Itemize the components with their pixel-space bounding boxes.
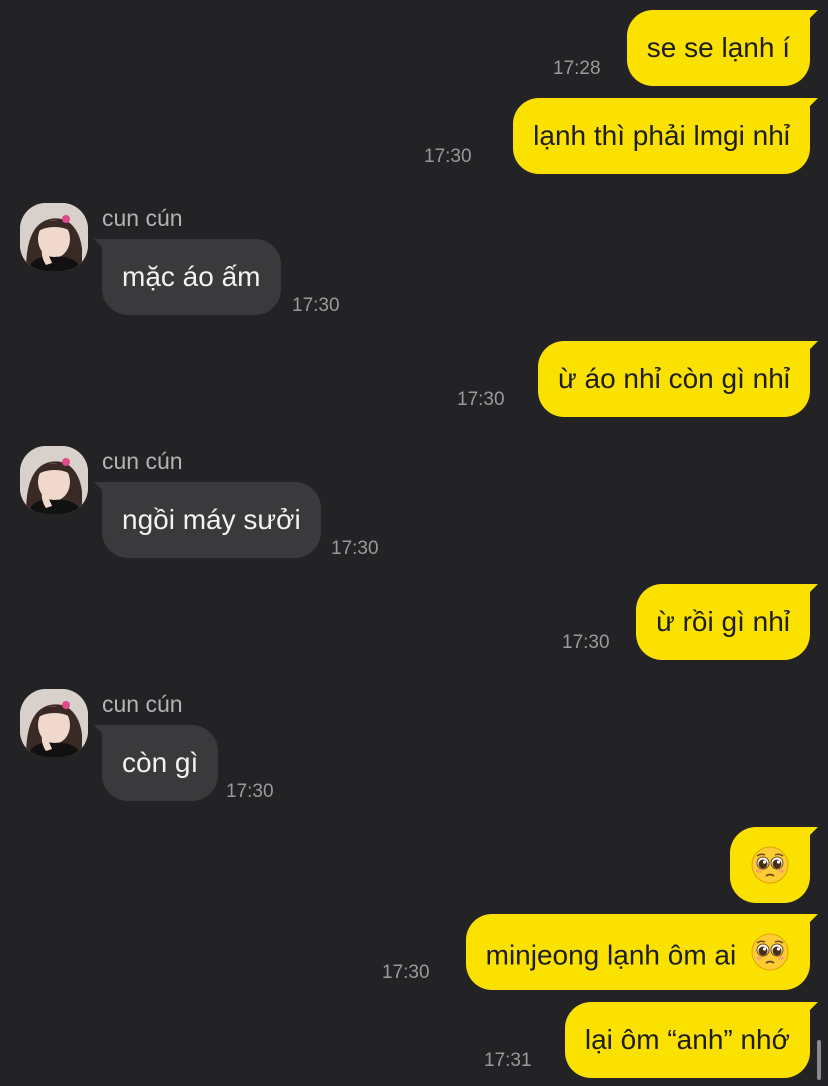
- incoming-message[interactable]: còn gì: [102, 725, 219, 801]
- message-text: còn gì: [122, 747, 199, 778]
- message-timestamp: 17:30: [424, 146, 472, 167]
- message-timestamp: 17:30: [382, 962, 430, 983]
- incoming-message[interactable]: mặc áo ấm: [102, 239, 281, 315]
- pleading-face-emoji: [750, 932, 790, 979]
- avatar[interactable]: [20, 203, 88, 271]
- avatar-photo: [20, 446, 88, 514]
- message-text: ừ rồi gì nhỉ: [656, 606, 790, 637]
- message-text: ngồi máy sưởi: [122, 504, 301, 535]
- pleading-face-emoji: [750, 845, 790, 892]
- avatar-photo: [20, 203, 88, 271]
- message-timestamp: 17:31: [484, 1050, 532, 1071]
- outgoing-message[interactable]: lạnh thì phải lmgi nhỉ: [513, 98, 810, 174]
- avatar[interactable]: [20, 689, 88, 757]
- message-text: ừ áo nhỉ còn gì nhỉ: [557, 363, 790, 394]
- message-text: minjeong lạnh ôm ai: [485, 939, 737, 971]
- outgoing-message[interactable]: ừ rồi gì nhỉ: [636, 584, 810, 660]
- message-timestamp: 17:30: [226, 781, 274, 802]
- message-timestamp: 17:30: [457, 389, 505, 410]
- sender-name: cun cún: [102, 691, 183, 717]
- message-text: se se lạnh í: [646, 32, 790, 63]
- avatar-photo: [20, 689, 88, 757]
- scrollbar[interactable]: [817, 1040, 821, 1080]
- sender-name: cun cún: [102, 448, 183, 474]
- message-timestamp: 17:28: [553, 58, 601, 79]
- sender-name: cun cún: [102, 205, 183, 231]
- outgoing-message[interactable]: ừ áo nhỉ còn gì nhỉ: [537, 341, 810, 417]
- avatar[interactable]: [20, 446, 88, 514]
- message-timestamp: 17:30: [562, 632, 610, 653]
- message-timestamp: 17:30: [331, 538, 379, 559]
- outgoing-message[interactable]: minjeong lạnh ôm ai: [465, 914, 810, 990]
- message-timestamp: 17:30: [292, 295, 340, 316]
- outgoing-message[interactable]: lại ôm “anh” nhớ: [564, 1002, 810, 1078]
- outgoing-message[interactable]: se se lạnh í: [626, 10, 810, 86]
- incoming-message[interactable]: ngồi máy sưởi: [102, 482, 321, 558]
- outgoing-emoji-message[interactable]: [730, 827, 810, 903]
- chat-conversation: 17:28 se se lạnh í 17:30 lạnh thì phải l…: [0, 0, 828, 1086]
- message-text: mặc áo ấm: [122, 261, 261, 292]
- message-text: lạnh thì phải lmgi nhỉ: [533, 120, 790, 151]
- message-text: lại ôm “anh” nhớ: [584, 1024, 790, 1055]
